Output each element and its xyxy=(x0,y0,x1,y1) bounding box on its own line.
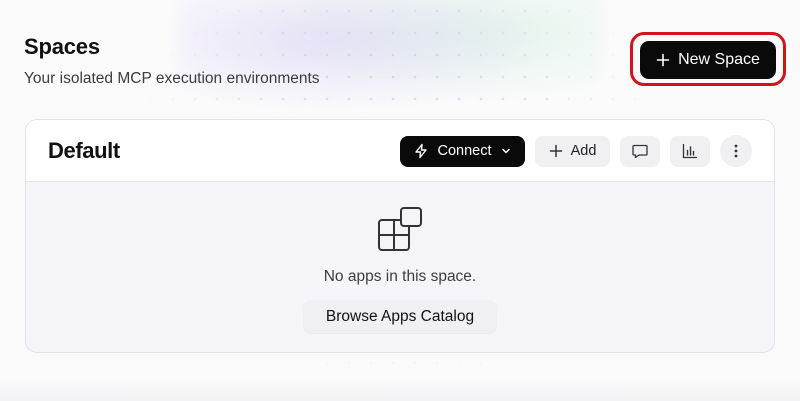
new-space-button[interactable]: New Space xyxy=(640,41,776,79)
space-card: Default Connect Add No apps in this spac… xyxy=(25,119,775,353)
more-vertical-icon xyxy=(734,144,738,158)
connect-button[interactable]: Connect xyxy=(400,135,525,167)
plus-icon xyxy=(549,144,562,158)
empty-state-message: No apps in this space. xyxy=(323,268,477,285)
comment-icon xyxy=(632,144,648,159)
add-label: Add xyxy=(570,143,597,159)
page-header: Spaces Your isolated MCP execution envir… xyxy=(24,34,320,88)
empty-state: No apps in this space. Browse Apps Catal… xyxy=(26,182,774,352)
more-options-button[interactable] xyxy=(720,135,752,167)
page-subtitle: Your isolated MCP execution environments xyxy=(24,70,320,87)
comment-button[interactable] xyxy=(620,135,660,167)
page-title: Spaces xyxy=(24,34,100,59)
apps-icon xyxy=(378,207,422,251)
bolt-icon xyxy=(415,143,428,159)
browse-apps-catalog-button[interactable]: Browse Apps Catalog xyxy=(303,300,497,333)
plus-icon xyxy=(656,53,670,67)
stats-button[interactable] xyxy=(670,135,710,167)
add-app-button[interactable]: Add xyxy=(535,135,610,167)
bar-chart-icon xyxy=(682,143,698,159)
chevron-down-icon xyxy=(501,148,510,154)
space-card-header: Default Connect Add xyxy=(26,120,774,182)
space-name: Default xyxy=(48,137,120,163)
new-space-label: New Space xyxy=(678,51,760,68)
bottom-fade xyxy=(0,378,800,401)
connect-label: Connect xyxy=(437,143,492,159)
space-actions: Connect Add xyxy=(400,135,752,167)
